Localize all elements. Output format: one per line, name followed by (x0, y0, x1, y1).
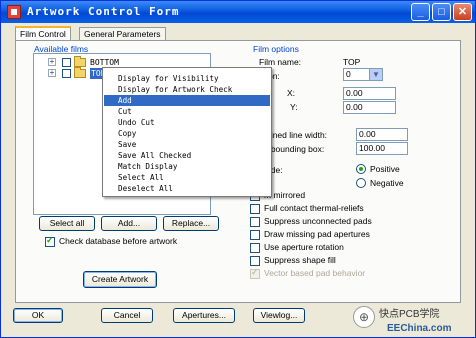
offset-y-label: Y: (290, 102, 298, 112)
full-contact-thermal-reliefs-label: Full contact thermal-reliefs (264, 203, 364, 213)
check-database-label: Check database before artwork (59, 236, 178, 246)
offset-y-input[interactable]: 0.00 (343, 101, 396, 114)
menu-item-save[interactable]: Save (104, 139, 270, 150)
draw-missing-pad-apertures-checkbox[interactable] (250, 230, 260, 240)
replace-button[interactable]: Replace... (163, 216, 219, 231)
apertures-button[interactable]: Apertures... (173, 308, 235, 323)
watermark-site: EEChina.com (387, 323, 452, 334)
shape-bounding-box-input[interactable]: 100.00 (356, 142, 408, 155)
rotation-value: 0 (346, 69, 351, 79)
draw-missing-pad-apertures-label: Draw missing pad apertures (264, 229, 370, 239)
cancel-button[interactable]: Cancel (101, 308, 153, 323)
use-aperture-rotation-checkbox[interactable] (250, 243, 260, 253)
artwork-control-form-window: Artwork Control Form _ □ ✕ Film Control … (0, 0, 476, 338)
negative-radio[interactable] (356, 178, 366, 188)
offset-x-input[interactable]: 0.00 (343, 87, 396, 100)
create-artwork-button[interactable]: Create Artwork (83, 271, 157, 288)
menu-item-copy[interactable]: Copy (104, 128, 270, 139)
menu-item-display-for-artwork-check[interactable]: Display for Artwork Check (104, 84, 270, 95)
film-name-value: TOP (343, 57, 361, 67)
suppress-shape-fill-checkbox[interactable] (250, 256, 260, 266)
window-title: Artwork Control Form (27, 5, 180, 18)
suppress-shape-fill-label: Suppress shape fill (264, 255, 336, 265)
minimize-button[interactable]: _ (411, 3, 430, 21)
film-checkbox-top[interactable] (62, 69, 71, 78)
watermark-title: 快点PCB学院 (379, 309, 440, 320)
positive-radio[interactable] (356, 164, 366, 174)
positive-label: Positive (370, 164, 400, 174)
chevron-down-icon[interactable]: ▼ (369, 69, 382, 80)
folder-icon (74, 56, 86, 67)
suppress-unconnected-pads-checkbox[interactable] (250, 217, 260, 227)
title-bar[interactable]: Artwork Control Form _ □ ✕ (1, 1, 475, 23)
vector-based-pad-behavior-label: Vector based pad behavior (264, 268, 366, 278)
tab-general-parameters[interactable]: General Parameters (79, 27, 166, 41)
film-options-label: Film options (253, 44, 299, 54)
suppress-unconnected-pads-label: Suppress unconnected pads (264, 216, 372, 226)
expand-icon[interactable]: + (48, 69, 56, 77)
use-aperture-rotation-label: Use aperture rotation (264, 242, 344, 252)
maximize-button[interactable]: □ (432, 3, 451, 21)
viewlog-button[interactable]: Viewlog... (253, 308, 305, 323)
menu-item-undo-cut[interactable]: Undo Cut (104, 117, 270, 128)
watermark-logo-icon: ⊕ (353, 306, 375, 328)
folder-icon (74, 67, 86, 78)
offset-x-label: X: (287, 88, 296, 98)
menu-item-save-all-checked[interactable]: Save All Checked (104, 150, 270, 161)
menu-item-deselect-all[interactable]: Deselect All (104, 183, 270, 194)
check-database-checkbox[interactable] (45, 235, 55, 247)
menu-item-select-all[interactable]: Select All (104, 172, 270, 183)
menu-item-add[interactable]: Add (104, 95, 270, 106)
context-menu: Display for Visibility Display for Artwo… (102, 67, 272, 197)
film-checkbox-bottom[interactable] (62, 58, 71, 67)
app-icon (7, 5, 21, 19)
menu-item-cut[interactable]: Cut (104, 106, 270, 117)
negative-label: Negative (370, 178, 404, 188)
watermark: ⊕ 快点PCB学院 EEChina.com (353, 303, 469, 337)
close-button[interactable]: ✕ (453, 3, 472, 21)
rotation-select[interactable]: 0 ▼ (343, 68, 383, 81)
menu-item-display-for-visibility[interactable]: Display for Visibility (104, 73, 270, 84)
expand-icon[interactable]: + (48, 58, 56, 66)
menu-item-match-display[interactable]: Match Display (104, 161, 270, 172)
vector-based-pad-behavior-checkbox[interactable] (250, 267, 260, 279)
add-button[interactable]: Add... (101, 216, 157, 231)
undefined-line-width-input[interactable]: 0.00 (356, 128, 408, 141)
select-all-button[interactable]: Select all (39, 216, 95, 231)
full-contact-thermal-reliefs-checkbox[interactable] (250, 204, 260, 214)
ok-button[interactable]: OK (13, 308, 63, 323)
